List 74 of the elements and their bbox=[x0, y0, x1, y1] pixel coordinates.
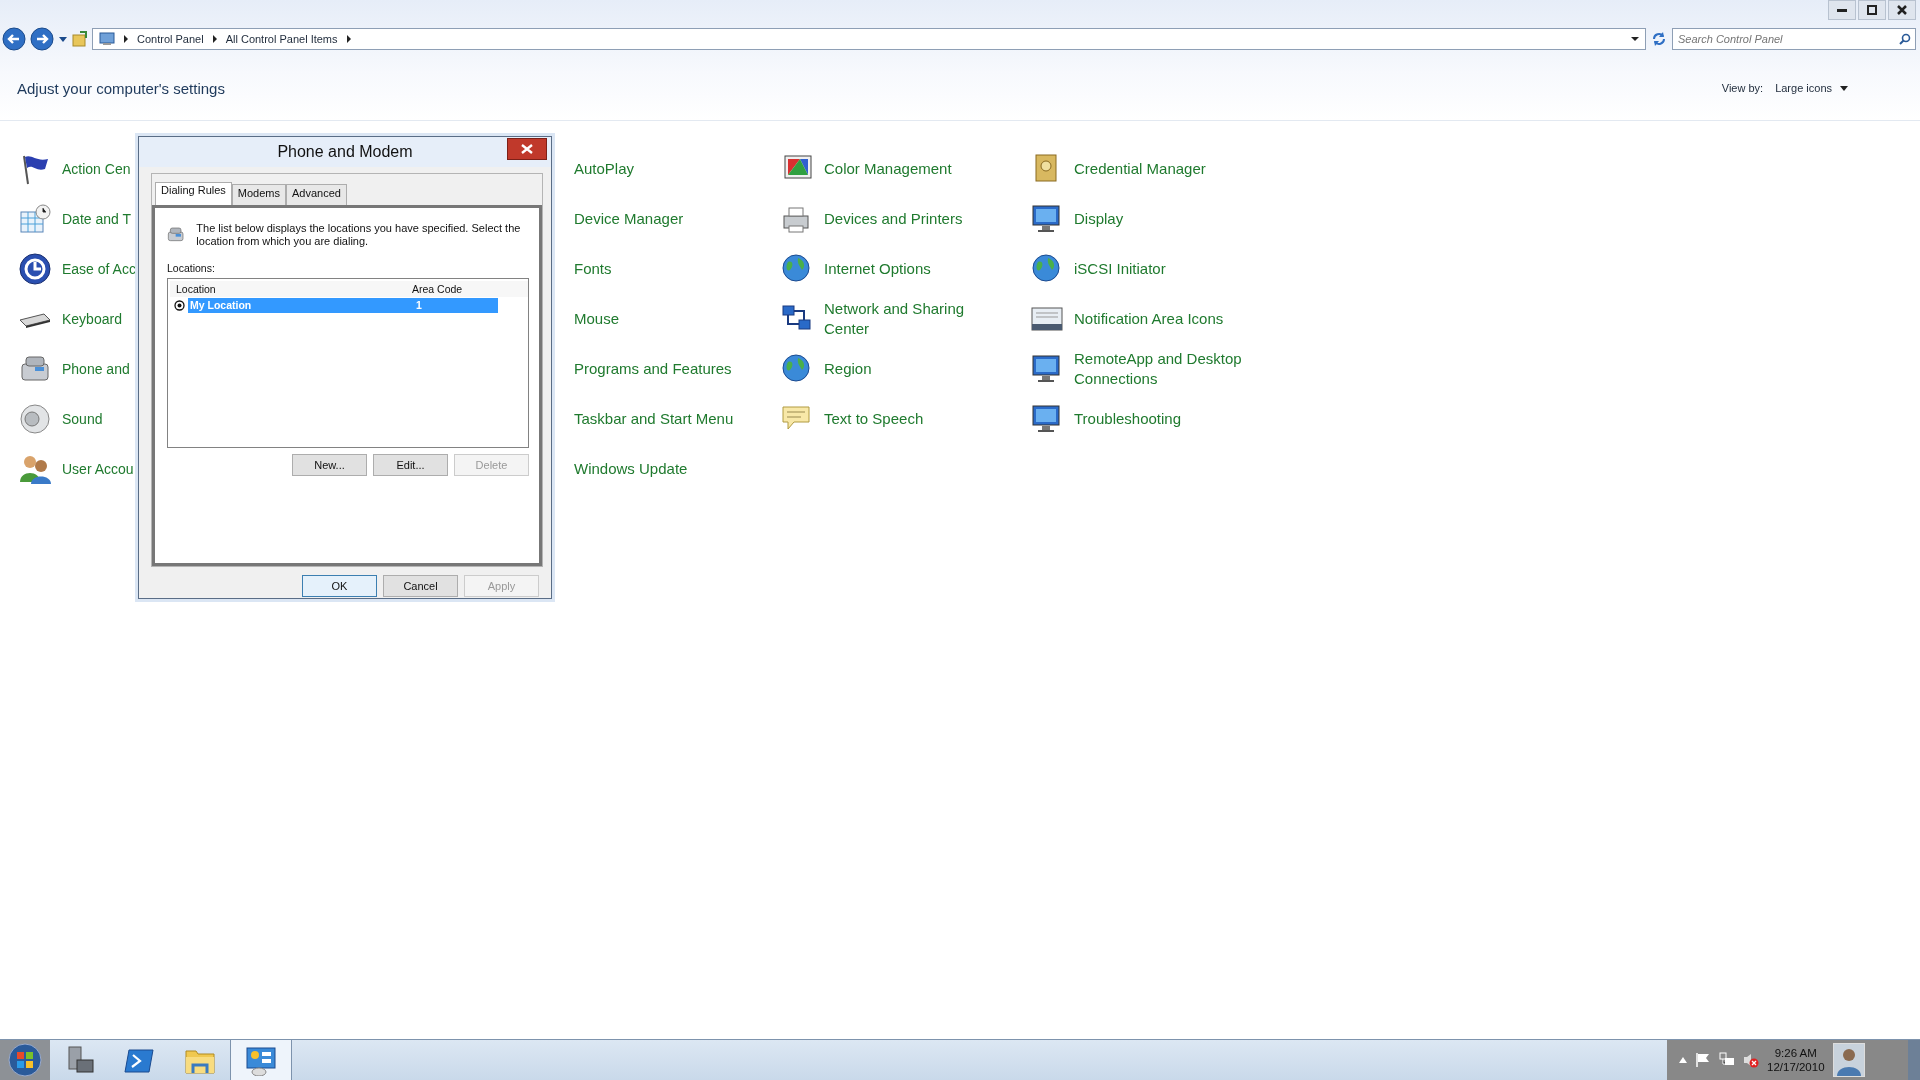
settings-item-link[interactable]: Ease of Acc bbox=[62, 259, 136, 279]
breadcrumb-link[interactable]: All Control Panel Items bbox=[225, 33, 338, 45]
settings-item-link[interactable]: Internet Options bbox=[824, 259, 931, 279]
control-panel-icon bbox=[244, 1044, 278, 1076]
settings-item-link[interactable]: Action Cen bbox=[62, 159, 131, 179]
settings-item-link[interactable]: Mouse bbox=[574, 309, 620, 329]
dialog-title: Phone and Modem bbox=[277, 143, 413, 161]
start-button[interactable] bbox=[0, 1040, 50, 1080]
dropdown-arrow-icon bbox=[1840, 85, 1848, 91]
search-icon[interactable] bbox=[1899, 33, 1911, 45]
settings-item-link[interactable]: Devices and Printers bbox=[824, 209, 963, 229]
view-by-label: View by: bbox=[1721, 82, 1764, 94]
minimize-icon bbox=[1837, 8, 1847, 12]
settings-item-link[interactable]: Programs and Features bbox=[574, 359, 732, 379]
control-panel-icon bbox=[99, 32, 115, 46]
settings-item-link[interactable]: Sound bbox=[62, 409, 103, 429]
dropdown-arrow-icon[interactable] bbox=[1631, 36, 1639, 42]
settings-item-link[interactable]: Notification Area Icons bbox=[1074, 309, 1224, 329]
settings-item-link[interactable]: Keyboard bbox=[62, 309, 122, 329]
settings-item-link[interactable]: iSCSI Initiator bbox=[1074, 259, 1166, 279]
restore-button[interactable] bbox=[1858, 0, 1886, 20]
minimize-button[interactable] bbox=[1828, 0, 1856, 20]
settings-item-link[interactable]: Taskbar and Start Menu bbox=[574, 409, 734, 429]
forward-button[interactable] bbox=[30, 27, 54, 51]
settings-item-link[interactable]: Display bbox=[1074, 209, 1124, 229]
speaker-muted-icon[interactable] bbox=[1743, 1052, 1759, 1068]
close-button[interactable] bbox=[1888, 0, 1916, 20]
settings-item-link[interactable]: Troubleshooting bbox=[1074, 409, 1181, 429]
button[interactable]: Cancel bbox=[383, 575, 458, 597]
restore-icon bbox=[1867, 5, 1877, 15]
search-field[interactable]: Search Control Panel bbox=[1672, 28, 1916, 50]
breadcrumb-arrow-icon[interactable] bbox=[211, 35, 218, 43]
clock[interactable]: 9:26 AM 12/17/2010 bbox=[1767, 1046, 1825, 1074]
view-by-dropdown[interactable]: Large icons bbox=[1775, 82, 1848, 94]
button[interactable]: Edit... bbox=[373, 454, 448, 476]
settings-item-link[interactable]: Color Management bbox=[824, 159, 952, 179]
settings-item-link[interactable]: Windows Update bbox=[574, 459, 688, 479]
close-icon bbox=[521, 144, 533, 154]
settings-item-link[interactable]: AutoPlay bbox=[574, 159, 635, 179]
settings-item-link[interactable]: RemoteApp and Desktop Connections bbox=[1074, 349, 1249, 389]
settings-item-link[interactable]: Device Manager bbox=[574, 209, 684, 229]
settings-item-link[interactable]: Phone and bbox=[62, 359, 130, 379]
page-title: Adjust your computer's settings bbox=[17, 79, 225, 97]
dropdown-arrow-icon[interactable] bbox=[58, 35, 68, 43]
windows-logo-icon bbox=[8, 1043, 42, 1077]
tab[interactable]: Dialing Rules bbox=[155, 182, 232, 205]
breadcrumb-arrow-icon[interactable] bbox=[123, 35, 129, 43]
close-button[interactable] bbox=[507, 138, 547, 160]
back-button[interactable] bbox=[2, 27, 26, 51]
refresh-icon[interactable] bbox=[1650, 30, 1668, 48]
calendar-icon[interactable] bbox=[18, 202, 52, 236]
taskbar-button[interactable] bbox=[230, 1040, 292, 1080]
breadcrumb-arrow-icon[interactable] bbox=[345, 35, 352, 43]
column-header[interactable]: Area Code bbox=[412, 283, 512, 295]
list-row[interactable]: My Location 1 bbox=[188, 298, 498, 313]
description-text: The list below displays the locations you have specified. Select the location from which you are dialing. bbox=[196, 222, 522, 248]
tab[interactable]: Advanced bbox=[286, 184, 347, 205]
button[interactable]: OK bbox=[302, 575, 377, 597]
settings-item-link[interactable]: Date and T bbox=[62, 209, 131, 229]
locations-label: Locations: bbox=[167, 262, 216, 274]
settings-item-link[interactable]: Fonts bbox=[574, 259, 612, 279]
column-header[interactable]: Location bbox=[176, 283, 412, 295]
tab[interactable]: Modems bbox=[231, 184, 286, 205]
caret-up-icon[interactable] bbox=[1679, 1057, 1687, 1063]
settings-item-link[interactable]: Credential Manager bbox=[1074, 159, 1206, 179]
settings-item-link[interactable]: Region bbox=[824, 359, 872, 379]
close-icon bbox=[1897, 5, 1907, 15]
accessibility-icon[interactable] bbox=[18, 252, 52, 286]
breadcrumb-link[interactable]: Control Panel bbox=[137, 33, 204, 45]
button[interactable]: New... bbox=[292, 454, 367, 476]
settings-item-link[interactable]: Text to Speech bbox=[824, 409, 924, 429]
address-bar[interactable]: Control Panel All Control Panel Items bbox=[92, 28, 1646, 50]
settings-item-link[interactable]: User Accou bbox=[62, 459, 134, 479]
settings-item-link[interactable]: Network and Sharing Center bbox=[824, 299, 999, 339]
